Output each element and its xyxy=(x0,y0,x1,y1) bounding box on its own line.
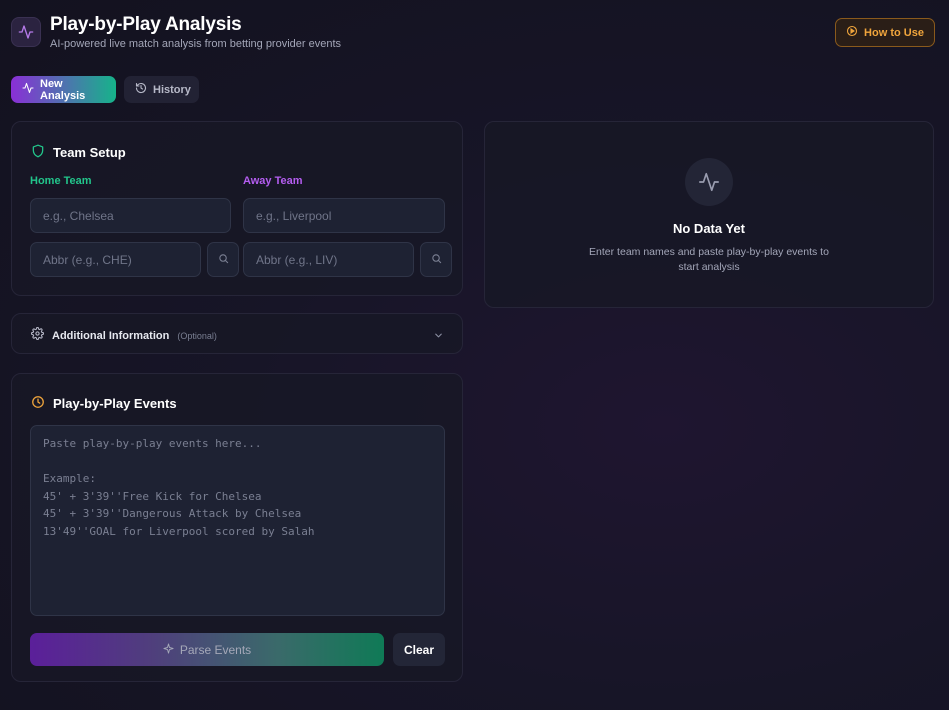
search-icon xyxy=(431,251,442,269)
tab-label: History xyxy=(153,83,191,96)
results-panel: No Data Yet Enter team names and paste p… xyxy=(484,121,934,308)
home-abbr-input[interactable] xyxy=(30,242,201,277)
tab-bar: New Analysis History xyxy=(11,76,199,103)
page-title: Play-by-Play Analysis xyxy=(50,14,242,35)
additional-info-toggle[interactable]: Additional Information (Optional) xyxy=(11,313,463,354)
optional-tag: (Optional) xyxy=(177,331,217,341)
sparkle-icon xyxy=(163,642,174,657)
events-card: Play-by-Play Events Parse Events Clear xyxy=(11,373,463,682)
home-team-label: Home Team xyxy=(30,175,92,187)
events-textarea[interactable] xyxy=(30,425,445,616)
team-setup-card: Team Setup Home Team Away Team xyxy=(11,121,463,296)
parse-events-label: Parse Events xyxy=(179,642,252,657)
home-team-input[interactable] xyxy=(30,198,231,233)
shield-icon xyxy=(31,144,45,161)
no-data-title: No Data Yet xyxy=(672,221,745,236)
away-team-input[interactable] xyxy=(243,198,445,233)
activity-icon xyxy=(685,158,733,206)
page-subtitle: AI-powered live match analysis from bett… xyxy=(50,38,342,50)
home-search-button[interactable] xyxy=(207,242,239,277)
events-heading: Play-by-Play Events xyxy=(31,395,177,412)
history-icon xyxy=(135,82,147,97)
team-setup-title: Team Setup xyxy=(53,145,126,160)
away-search-button[interactable] xyxy=(420,242,452,277)
play-circle-icon xyxy=(846,25,858,40)
tab-label: New Analysis xyxy=(40,77,86,102)
no-data-line-2: start analysis xyxy=(678,261,740,273)
away-abbr-input[interactable] xyxy=(243,242,414,277)
away-team-label: Away Team xyxy=(243,175,303,187)
activity-icon xyxy=(11,17,41,47)
clock-icon xyxy=(31,395,45,412)
tab-new-analysis[interactable]: New Analysis xyxy=(11,76,116,103)
app-header: Play-by-Play Analysis AI-powered live ma… xyxy=(11,14,341,50)
clear-button[interactable]: Clear xyxy=(393,633,445,666)
search-icon xyxy=(218,251,229,269)
team-setup-heading: Team Setup xyxy=(31,144,126,161)
events-title: Play-by-Play Events xyxy=(53,396,177,411)
parse-events-button[interactable]: Parse Events xyxy=(30,633,384,666)
tab-history[interactable]: History xyxy=(124,76,199,103)
no-data-line-1: Enter team names and paste play-by-play … xyxy=(589,246,829,258)
how-to-use-button[interactable]: How to Use xyxy=(835,18,935,47)
activity-icon xyxy=(22,82,34,97)
additional-info-title: Additional Information xyxy=(52,330,170,342)
gear-icon xyxy=(31,327,44,345)
how-to-use-label: How to Use xyxy=(864,26,924,39)
chevron-down-icon xyxy=(433,328,444,346)
